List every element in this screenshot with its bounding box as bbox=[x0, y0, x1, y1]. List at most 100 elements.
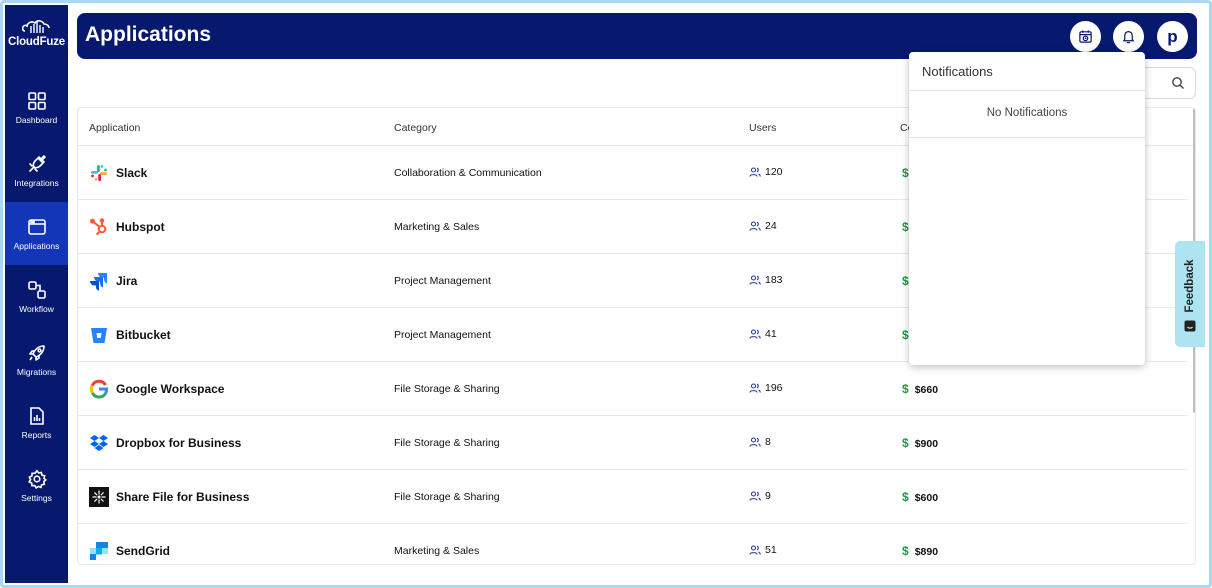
notifications-title: Notifications bbox=[922, 64, 993, 79]
sidebar-item-workflow[interactable]: Workflow bbox=[5, 265, 68, 328]
app-name[interactable]: SendGrid bbox=[116, 544, 170, 558]
users-icon bbox=[749, 167, 761, 177]
app-name[interactable]: Jira bbox=[116, 274, 137, 288]
app-users: 183 bbox=[749, 274, 783, 286]
app-users: 9 bbox=[749, 490, 771, 502]
sidebar: CloudFuze Dashboard Integrations Applica… bbox=[5, 5, 68, 583]
users-icon bbox=[749, 329, 761, 339]
dollar-icon: $ bbox=[902, 328, 909, 342]
jira-logo-icon bbox=[90, 273, 107, 291]
feedback-label: Feedback bbox=[1184, 259, 1196, 313]
app-category: Collaboration & Communication bbox=[394, 167, 542, 179]
app-users: 120 bbox=[749, 166, 783, 178]
users-count: 41 bbox=[765, 328, 777, 340]
app-cost: $ $890 bbox=[902, 544, 938, 558]
user-avatar-button[interactable]: p bbox=[1157, 21, 1188, 52]
app-users: 51 bbox=[749, 544, 777, 556]
users-count: 120 bbox=[765, 166, 783, 178]
table-row[interactable]: Dropbox for Business File Storage & Shar… bbox=[78, 416, 1188, 470]
cloudfuze-logo-icon bbox=[21, 20, 50, 33]
schedule-button[interactable] bbox=[1070, 21, 1101, 52]
page-title: Applications bbox=[85, 23, 212, 46]
hubspot-logo-icon bbox=[90, 218, 107, 236]
sidebar-item-migrations[interactable]: Migrations bbox=[5, 328, 68, 391]
sidebar-item-label: Integrations bbox=[14, 177, 59, 188]
bitbucket-logo-icon bbox=[91, 328, 107, 343]
notifications-button[interactable] bbox=[1113, 21, 1144, 52]
cost-value: $600 bbox=[914, 492, 939, 504]
app-category: Marketing & Sales bbox=[394, 545, 480, 557]
app-users: 24 bbox=[749, 220, 777, 232]
brand-logo[interactable]: CloudFuze bbox=[5, 17, 68, 48]
users-icon bbox=[749, 275, 761, 285]
column-header-users[interactable]: Users bbox=[749, 122, 776, 134]
workflow-icon bbox=[27, 280, 46, 299]
app-users: 196 bbox=[749, 382, 783, 394]
sidebar-item-applications[interactable]: Applications bbox=[5, 202, 68, 265]
bell-icon bbox=[1122, 31, 1135, 44]
users-count: 196 bbox=[765, 382, 783, 394]
users-count: 183 bbox=[765, 274, 783, 286]
dollar-icon: $ bbox=[902, 166, 909, 180]
dollar-icon: $ bbox=[902, 220, 909, 234]
gear-icon bbox=[27, 469, 47, 489]
app-name[interactable]: Bitbucket bbox=[116, 328, 171, 342]
sidebar-item-label: Workflow bbox=[19, 303, 54, 314]
feedback-face-icon bbox=[1184, 320, 1196, 332]
divider bbox=[909, 137, 1145, 138]
users-icon bbox=[749, 221, 761, 231]
app-category: File Storage & Sharing bbox=[394, 491, 500, 503]
app-name[interactable]: Slack bbox=[116, 166, 147, 180]
sidebar-item-label: Settings bbox=[21, 492, 52, 503]
dollar-icon: $ bbox=[902, 382, 909, 396]
dashboard-icon bbox=[27, 91, 46, 110]
app-name[interactable]: Hubspot bbox=[116, 220, 165, 234]
app-users: 8 bbox=[749, 436, 771, 448]
brand-name: CloudFuze bbox=[8, 36, 65, 48]
table-row[interactable]: Share File for Business File Storage & S… bbox=[78, 470, 1188, 524]
sidebar-item-label: Reports bbox=[21, 429, 52, 440]
dollar-icon: $ bbox=[902, 436, 909, 450]
notifications-empty-text: No Notifications bbox=[986, 107, 1068, 119]
sidebar-item-reports[interactable]: Reports bbox=[5, 391, 68, 454]
app-name[interactable]: Google Workspace bbox=[116, 382, 224, 396]
calendar-clock-icon bbox=[1079, 30, 1092, 43]
app-category: Marketing & Sales bbox=[394, 221, 480, 233]
users-count: 51 bbox=[765, 544, 777, 556]
column-header-category[interactable]: Category bbox=[394, 122, 437, 134]
table-row[interactable]: SendGrid Marketing & Sales 51 $ $890 bbox=[78, 524, 1188, 564]
column-header-application[interactable]: Application bbox=[89, 122, 140, 134]
search-icon bbox=[1172, 77, 1184, 89]
app-name[interactable]: Dropbox for Business bbox=[116, 436, 241, 450]
users-count: 9 bbox=[765, 490, 771, 502]
cost-value: $660 bbox=[914, 384, 939, 396]
app-category: Project Management bbox=[394, 275, 491, 287]
sidebar-item-label: Dashboard bbox=[15, 114, 58, 125]
google-logo-icon bbox=[89, 379, 109, 399]
divider bbox=[909, 90, 1145, 91]
dollar-icon: $ bbox=[902, 274, 909, 288]
users-icon bbox=[749, 545, 761, 555]
app-cost: $ $600 bbox=[902, 490, 938, 504]
sidebar-item-dashboard[interactable]: Dashboard bbox=[5, 76, 68, 139]
sidebar-item-integrations[interactable]: Integrations bbox=[5, 139, 68, 202]
users-icon bbox=[749, 437, 761, 447]
table-row[interactable]: Google Workspace File Storage & Sharing … bbox=[78, 362, 1188, 416]
dropbox-logo-icon bbox=[90, 435, 108, 451]
app-cost: $ $900 bbox=[902, 436, 938, 450]
window-icon bbox=[27, 218, 46, 235]
feedback-tab[interactable]: Feedback bbox=[1175, 241, 1205, 347]
sidebar-item-label: Applications bbox=[13, 240, 60, 251]
notifications-panel: Notifications No Notifications bbox=[909, 52, 1145, 365]
slack-logo-icon bbox=[91, 165, 107, 181]
dollar-icon: $ bbox=[902, 490, 909, 504]
sidebar-item-settings[interactable]: Settings bbox=[5, 454, 68, 517]
app-users: 41 bbox=[749, 328, 777, 340]
users-icon bbox=[749, 491, 761, 501]
cost-value: $890 bbox=[914, 546, 939, 558]
sidebar-item-label: Migrations bbox=[16, 366, 57, 377]
app-cost: $ $660 bbox=[902, 382, 938, 396]
avatar: p bbox=[1167, 26, 1178, 46]
sharefile-logo-icon bbox=[89, 487, 109, 507]
app-name[interactable]: Share File for Business bbox=[116, 490, 249, 504]
